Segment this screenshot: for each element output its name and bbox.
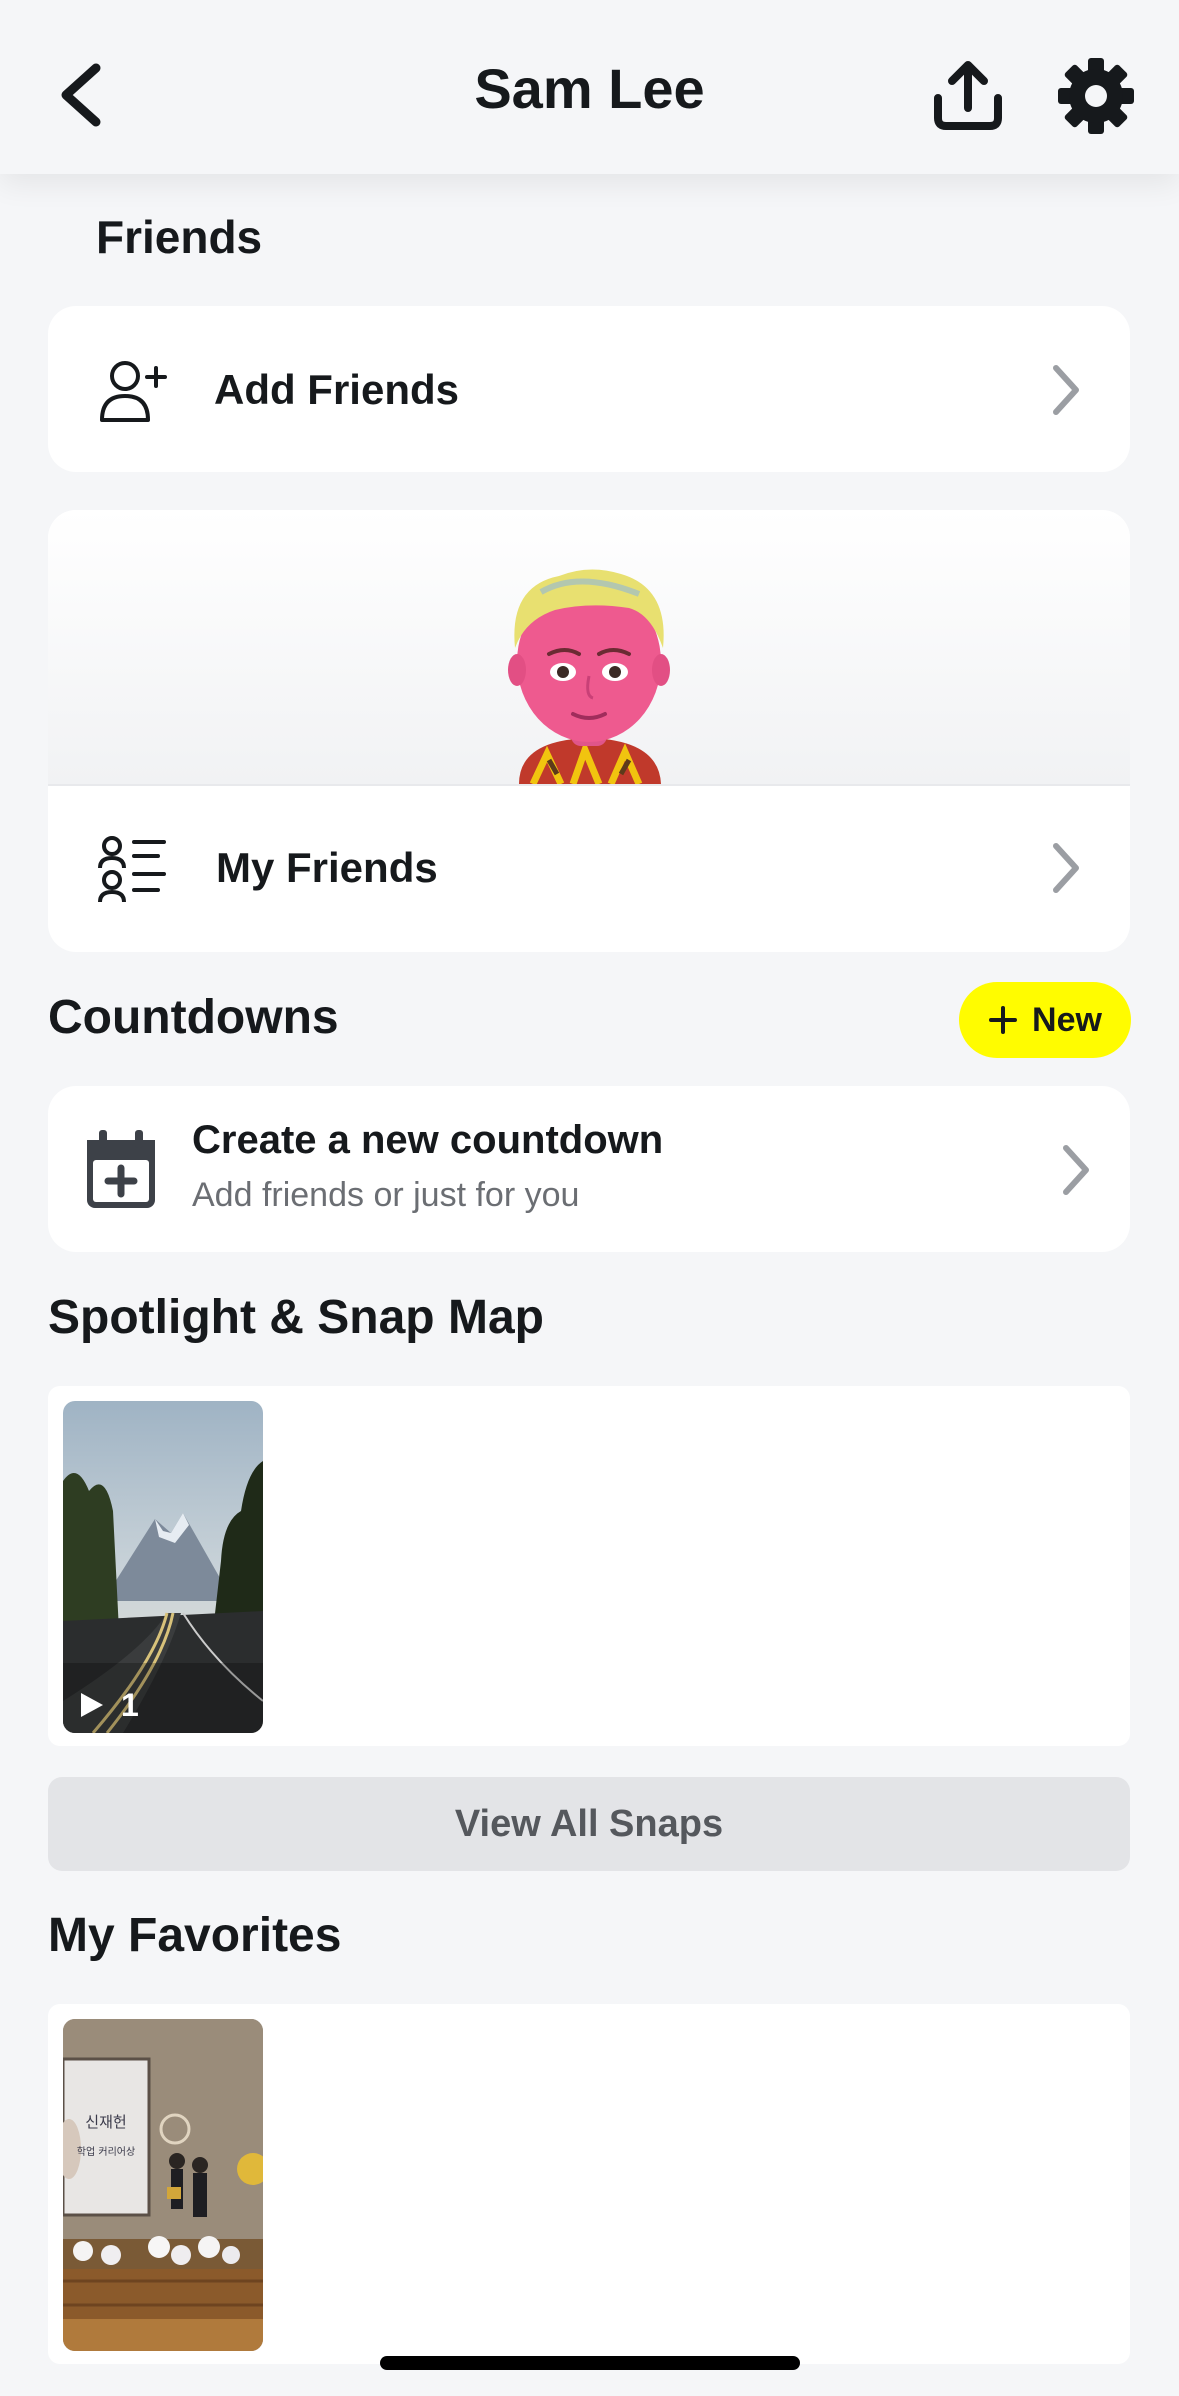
- favorites-section-title: My Favorites: [48, 1909, 342, 1962]
- spotlight-grid: 1: [48, 1386, 1130, 1746]
- plus-icon: [989, 1006, 1018, 1034]
- calendar-add-icon: [87, 1130, 155, 1208]
- stage-sign-line1: 신재헌: [85, 2113, 127, 2131]
- countdowns-section-title: Countdowns: [48, 991, 339, 1044]
- friends-section-title: Friends: [96, 211, 263, 263]
- my-friends-label: My Friends: [216, 844, 438, 891]
- play-count: 1: [121, 1687, 139, 1723]
- home-indicator[interactable]: [380, 2356, 800, 2370]
- favorite-thumbnail[interactable]: 신재헌 학업 커리어상: [63, 2019, 263, 2351]
- view-all-snaps-button[interactable]: View All Snaps: [48, 1777, 1130, 1871]
- add-friends-row[interactable]: Add Friends: [48, 306, 1130, 472]
- add-friends-label: Add Friends: [214, 366, 460, 413]
- graduation-stage-image: [63, 2019, 263, 2351]
- new-button-label: New: [1032, 1000, 1102, 1039]
- my-friends-card[interactable]: My Friends: [48, 510, 1130, 952]
- stage-sign-line2: 학업 커리어상: [76, 2147, 136, 2158]
- bitmoji-banner: [48, 510, 1130, 786]
- chevron-right-icon: [1063, 1145, 1089, 1195]
- road-mountain-image: [63, 1401, 263, 1733]
- spotlight-snap-thumbnail[interactable]: 1: [63, 1401, 263, 1733]
- play-icon: [81, 1693, 103, 1717]
- friends-list-icon: [98, 836, 166, 903]
- spotlight-section-title: Spotlight & Snap Map: [48, 1291, 544, 1344]
- create-countdown-row[interactable]: Create a new countdown Add friends or ju…: [48, 1086, 1130, 1252]
- share-icon[interactable]: [928, 56, 1008, 136]
- chevron-right-icon: [1053, 365, 1079, 415]
- chevron-right-icon: [1053, 843, 1079, 893]
- top-bar: Sam Lee: [0, 0, 1179, 174]
- bitmoji-avatar: [508, 569, 670, 784]
- settings-gear-icon[interactable]: [1056, 56, 1136, 136]
- create-countdown-title: Create a new countdown: [192, 1118, 664, 1162]
- new-countdown-button[interactable]: New: [959, 982, 1131, 1058]
- add-friend-icon: [100, 361, 167, 422]
- create-countdown-subtitle: Add friends or just for you: [192, 1176, 580, 1214]
- favorites-grid: 신재헌 학업 커리어상: [48, 2004, 1130, 2364]
